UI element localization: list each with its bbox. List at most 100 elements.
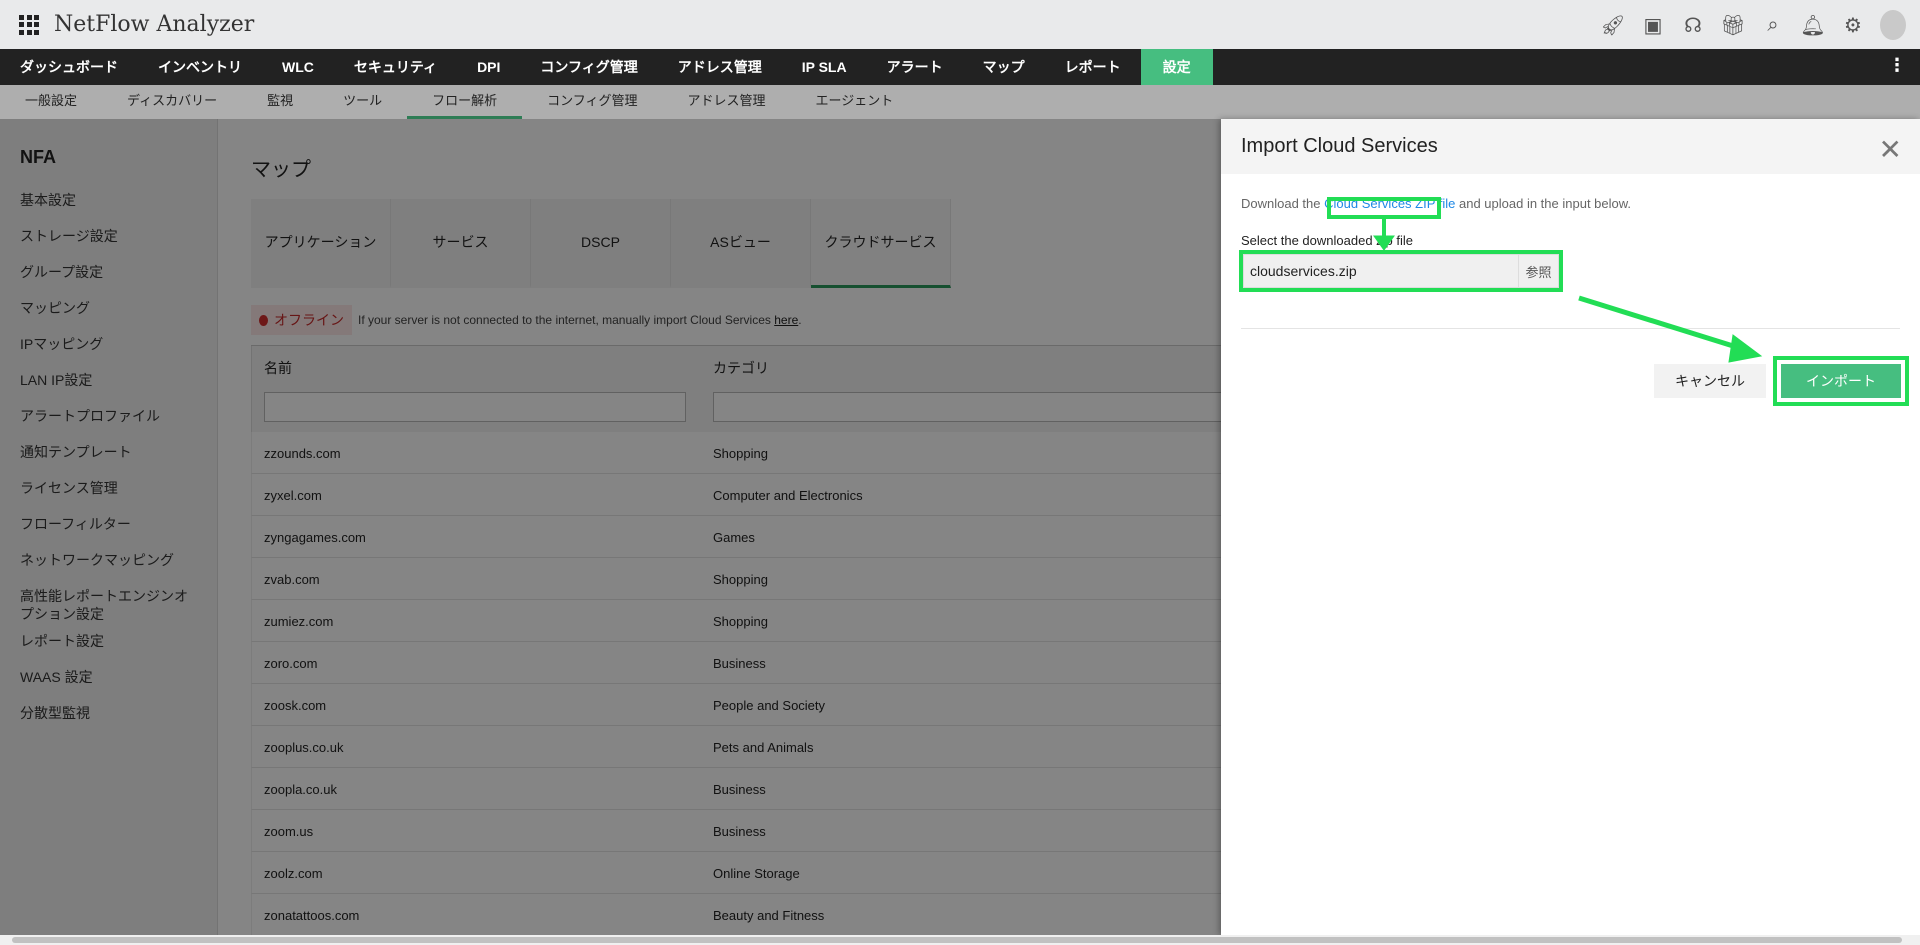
sidebar-item[interactable]: LAN IP設定 — [0, 362, 217, 398]
table-row[interactable]: zoolz.com Online Storage — [251, 852, 1221, 894]
table-row[interactable]: zvab.com Shopping — [251, 558, 1221, 600]
sidebar-item[interactable]: フローフィルター — [0, 506, 217, 542]
nav-alerts[interactable]: アラート — [867, 49, 963, 85]
status-dot-icon — [259, 314, 268, 326]
bell-icon[interactable]: 🔔︎ — [1800, 13, 1826, 38]
cell-category: Shopping — [713, 614, 768, 629]
nav-inventory[interactable]: インベントリ — [138, 49, 262, 85]
subnav-address[interactable]: アドレス管理 — [663, 85, 791, 119]
sidebar: NFA 基本設定 ストレージ設定 グループ設定 マッピング IPマッピング LAN IP設… — [0, 119, 218, 935]
sidebar-item[interactable]: 分散型監視 — [0, 695, 217, 731]
cell-category: Shopping — [713, 572, 768, 587]
here-link[interactable]: here — [774, 313, 798, 327]
horizontal-scrollbar[interactable] — [0, 935, 1920, 945]
tab-cloud-services[interactable]: クラウドサービス — [811, 199, 951, 288]
nav-dpi[interactable]: DPI — [457, 49, 520, 85]
cell-name: zyxel.com — [264, 488, 322, 503]
cell-category: Business — [713, 824, 766, 839]
table-row[interactable]: zyngagames.com Games — [251, 516, 1221, 558]
cell-name: zonatattoos.com — [264, 908, 360, 923]
sidebar-item[interactable]: ライセンス管理 — [0, 470, 217, 506]
subnav-discovery[interactable]: ディスカバリー — [102, 85, 242, 119]
highlight-box-link — [1327, 197, 1441, 219]
cell-name: zoosk.com — [264, 698, 327, 713]
table-row[interactable]: zzounds.com Shopping — [251, 432, 1221, 474]
divider — [1241, 328, 1900, 329]
table-row[interactable]: zooplus.co.uk Pets and Animals — [251, 726, 1221, 768]
highlight-box-input — [1239, 250, 1563, 292]
subnav-flow-analysis[interactable]: フロー解析 — [407, 85, 523, 119]
cell-name: zyngagames.com — [264, 530, 366, 545]
subnav-tools[interactable]: ツール — [318, 85, 407, 119]
cell-name: zoro.com — [264, 656, 318, 671]
subnav-config[interactable]: コンフィグ管理 — [522, 85, 662, 119]
top-header: NetFlow Analyzer 🚀︎ ▣ ☊ 🎁︎ ⌕ 🔔︎ ⚙ — [0, 0, 1920, 49]
nav-maps[interactable]: マップ — [963, 49, 1045, 85]
app-title: NetFlow Analyzer — [54, 12, 255, 37]
nav-config[interactable]: コンフィグ管理 — [520, 49, 657, 85]
table-row[interactable]: zoom.us Business — [251, 810, 1221, 852]
nav-address[interactable]: アドレス管理 — [658, 49, 782, 85]
nav-dashboard[interactable]: ダッシュボード — [0, 49, 138, 85]
cell-name: zoopla.co.uk — [264, 782, 337, 797]
sidebar-item[interactable]: アラートプロファイル — [0, 398, 217, 434]
apps-grid-icon[interactable] — [19, 14, 39, 35]
headset-icon[interactable]: ☊ — [1680, 13, 1706, 38]
nav-security[interactable]: セキュリティ — [334, 49, 457, 85]
sub-nav: 一般設定 ディスカバリー 監視 ツール フロー解析 コンフィグ管理 アドレス管理… — [0, 85, 1920, 119]
table-row[interactable]: zoosk.com People and Society — [251, 684, 1221, 726]
cell-name: zooplus.co.uk — [264, 740, 344, 755]
tab-application[interactable]: アプリケーション — [251, 199, 391, 288]
sidebar-item[interactable]: WAAS 設定 — [0, 659, 217, 695]
sidebar-item[interactable]: 基本設定 — [0, 182, 217, 218]
gear-icon[interactable]: ⚙ — [1840, 13, 1866, 38]
nav-wlc[interactable]: WLC — [262, 49, 334, 85]
tab-as-view[interactable]: ASビュー — [671, 199, 811, 288]
sidebar-title: NFA — [20, 147, 56, 167]
nav-settings[interactable]: 設定 — [1140, 49, 1213, 85]
scrollbar-thumb[interactable] — [12, 937, 1902, 943]
sidebar-item[interactable]: ストレージ設定 — [0, 218, 217, 254]
table-row[interactable]: zyxel.com Computer and Electronics — [251, 474, 1221, 516]
avatar[interactable] — [1880, 10, 1906, 40]
sidebar-item[interactable]: 高性能レポートエンジンオプション設定 — [0, 578, 217, 623]
table-row[interactable]: zoopla.co.uk Business — [251, 768, 1221, 810]
presentation-icon[interactable]: ▣ — [1640, 13, 1666, 38]
column-name[interactable]: 名前 — [264, 358, 292, 378]
cell-category: Computer and Electronics — [713, 488, 863, 503]
subnav-agent[interactable]: エージェント — [791, 85, 919, 119]
name-filter-input[interactable] — [264, 392, 686, 422]
nav-ipsla[interactable]: IP SLA — [782, 49, 867, 85]
close-icon[interactable]: ✕ — [1879, 133, 1902, 166]
table-row[interactable]: zonatattoos.com Beauty and Fitness — [251, 894, 1221, 935]
subnav-monitoring[interactable]: 監視 — [242, 85, 318, 119]
gift-icon[interactable]: 🎁︎ — [1720, 13, 1746, 38]
cloud-services-table: 名前 カテゴリ zzounds.com Shopping zyxel.com Comp… — [251, 345, 1221, 935]
period: . — [798, 313, 802, 327]
more-menu-icon[interactable]: ⋮ — [1888, 55, 1906, 76]
category-filter-input[interactable] — [713, 392, 1221, 422]
instructions-pre: Download the — [1241, 196, 1325, 211]
sidebar-item[interactable]: ネットワークマッピング — [0, 542, 217, 578]
search-icon[interactable]: ⌕ — [1760, 14, 1786, 37]
sidebar-item[interactable]: 通知テンプレート — [0, 434, 217, 470]
arrow-diag-line — [1578, 295, 1747, 353]
nav-reports[interactable]: レポート — [1045, 49, 1141, 85]
column-category[interactable]: カテゴリ — [713, 358, 769, 378]
sidebar-item[interactable]: マッピング — [0, 290, 217, 326]
tab-service[interactable]: サービス — [391, 199, 531, 288]
cell-name: zvab.com — [264, 572, 320, 587]
sidebar-item[interactable]: グループ設定 — [0, 254, 217, 290]
subnav-general[interactable]: 一般設定 — [0, 85, 102, 119]
rocket-icon[interactable]: 🚀︎ — [1600, 13, 1626, 38]
cell-category: Pets and Animals — [713, 740, 814, 755]
tab-dscp[interactable]: DSCP — [531, 199, 671, 288]
table-row[interactable]: zumiez.com Shopping — [251, 600, 1221, 642]
sidebar-item[interactable]: IPマッピング — [0, 326, 217, 362]
table-row[interactable]: zoro.com Business — [251, 642, 1221, 684]
cancel-button[interactable]: キャンセル — [1654, 364, 1766, 398]
cell-category: Games — [713, 530, 755, 545]
sidebar-item[interactable]: レポート設定 — [0, 623, 217, 659]
arrow-diag-head — [1728, 334, 1763, 363]
highlight-box-import — [1773, 356, 1909, 406]
